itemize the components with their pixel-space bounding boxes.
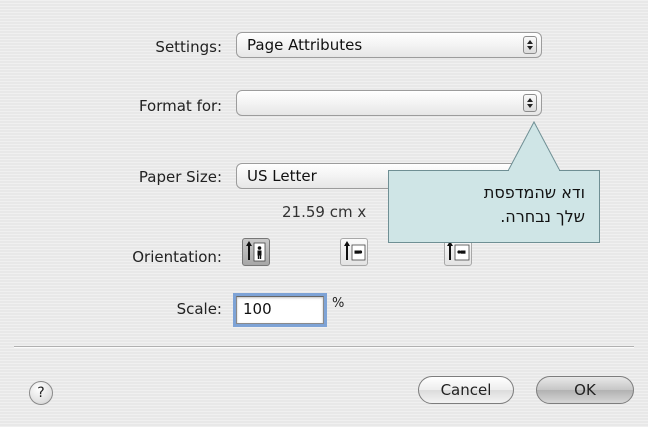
callout-pointer-join (509, 169, 559, 172)
page-setup-dialog: Settings: Page Attributes Format for: Pa… (0, 0, 648, 427)
